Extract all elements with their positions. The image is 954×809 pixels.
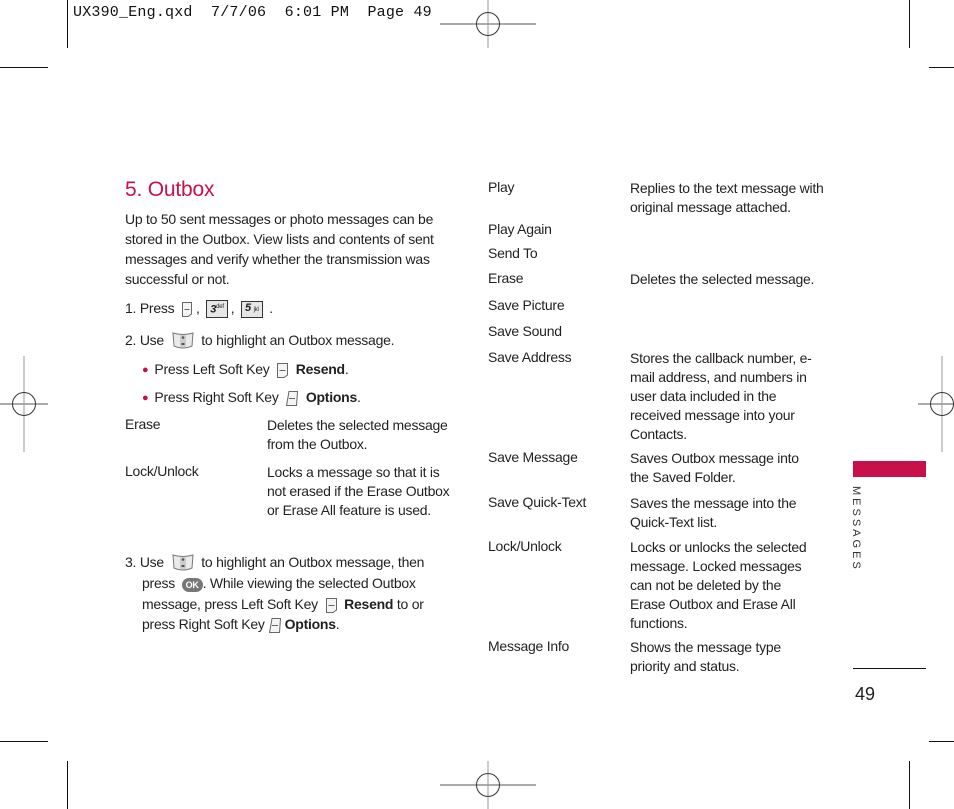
right-term-send-to: Send To <box>488 245 538 261</box>
key-5-jkl-icon: 5 jkl <box>241 300 263 318</box>
right-desc-play: Replies to the text message with origina… <box>630 180 824 215</box>
bullet-options: ● Press Right Soft Key Options. <box>142 389 361 406</box>
menu-key-icon <box>182 301 192 317</box>
page-number: 49 <box>855 684 876 704</box>
right-term-save-address: Save Address <box>488 349 572 365</box>
registration-mark-left <box>0 356 48 452</box>
step-2: 2. Use to highlight an Outbox message. <box>125 330 395 351</box>
right-desc-message-info: Shows the message type priority and stat… <box>630 639 781 674</box>
crop-mark <box>929 67 954 68</box>
crop-mark <box>929 741 954 742</box>
nav-key-icon <box>172 332 194 349</box>
crop-mark <box>909 0 910 48</box>
right-desc-save-message: Saves Outbox message into the Saved Fold… <box>630 450 799 485</box>
option-desc-erase: Deletes the selected message from the Ou… <box>267 417 448 452</box>
crop-mark <box>0 741 48 742</box>
right-term-play: Play <box>488 179 515 195</box>
bullet-icon: ● <box>142 392 149 404</box>
printer-slug: UX390_Eng.qxd 7/7/06 6:01 PM Page 49 <box>73 4 432 21</box>
page-number-rule <box>853 668 926 669</box>
right-term-save-picture: Save Picture <box>488 297 565 313</box>
right-desc-save-quick-text: Saves the message into the Quick-Text li… <box>630 495 797 530</box>
right-term-lock-unlock: Lock/Unlock <box>488 538 562 554</box>
right-soft-key-icon <box>268 618 281 634</box>
left-soft-key-icon <box>325 597 337 613</box>
option-term-lock-unlock: Lock/Unlock <box>125 463 199 479</box>
crop-mark <box>67 761 68 809</box>
right-desc-lock-unlock: Locks or unlocks the selected message. L… <box>630 539 807 631</box>
section-title: 5. Outbox <box>125 178 215 201</box>
option-desc-lock-unlock: Locks a message so that it is not erased… <box>267 464 450 518</box>
registration-mark-top <box>440 0 536 48</box>
right-soft-key-icon <box>286 390 299 406</box>
step-3: 3. Use to highlight an Outbox message, t… <box>125 554 425 634</box>
right-desc-save-address: Stores the callback number, e-mail addre… <box>630 350 812 442</box>
nav-key-icon <box>172 554 194 571</box>
right-term-save-sound: Save Sound <box>488 323 562 339</box>
option-term-erase: Erase <box>125 416 161 432</box>
bullet-icon: ● <box>142 364 149 376</box>
right-desc-erase: Deletes the selected message. <box>630 271 815 287</box>
chapter-tab-marker <box>853 461 926 477</box>
registration-mark-right <box>918 356 954 452</box>
right-term-erase: Erase <box>488 270 524 286</box>
bullet-resend: ● Press Left Soft Key Resend. <box>142 361 349 378</box>
crop-mark <box>0 67 48 68</box>
right-term-play-again: Play Again <box>488 221 552 237</box>
right-term-message-info: Message Info <box>488 638 570 654</box>
registration-mark-bottom <box>440 761 536 809</box>
step-1: 1. Press , 3def, 5 jkl . <box>125 300 273 319</box>
crop-mark <box>909 761 910 809</box>
left-soft-key-icon <box>277 362 289 378</box>
crop-mark <box>67 0 68 48</box>
chapter-label: MESSAGES <box>850 486 862 572</box>
right-term-save-message: Save Message <box>488 449 578 465</box>
key-3-def-icon: 3def <box>206 300 228 319</box>
step-1-text: 1. Press <box>125 300 175 316</box>
right-term-save-quick-text: Save Quick-Text <box>488 494 587 510</box>
intro-paragraph: Up to 50 sent messages or photo messages… <box>125 211 434 287</box>
ok-key-icon: OK <box>181 577 203 592</box>
